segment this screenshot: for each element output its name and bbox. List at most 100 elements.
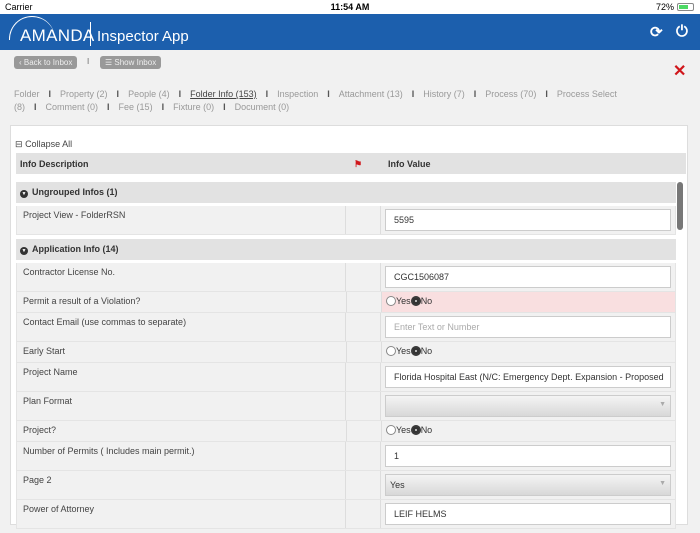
radio-no-label: No — [420, 296, 433, 306]
battery: 72% — [656, 2, 694, 12]
radio-yes[interactable] — [386, 346, 396, 356]
flag-cell — [346, 471, 381, 499]
chevron-down-icon: ▼ — [659, 401, 666, 408]
info-value-input[interactable]: 5595 — [385, 209, 671, 231]
tab-fee[interactable]: Fee (15) — [119, 102, 153, 112]
app-header: AMANDA Inspector App ⟳ ⏻ — [0, 14, 700, 50]
tab-people[interactable]: People (4) — [128, 89, 170, 99]
refresh-icon[interactable]: ⟳ — [650, 23, 663, 41]
info-value-input[interactable]: 1 — [385, 445, 671, 467]
info-description: Power of Attorney — [17, 500, 347, 528]
radio-yes-label: Yes — [396, 425, 411, 435]
group-header[interactable]: ▼ Ungrouped Infos (1) — [16, 182, 676, 203]
flag-icon: ⚑ — [354, 159, 363, 169]
tab-separator: I — [116, 89, 120, 99]
info-value-cell: Yes ▼ — [381, 471, 675, 499]
radio-no[interactable] — [410, 296, 421, 306]
table-row: Project Name Florida Hospital East (N/C: … — [16, 363, 676, 392]
selected-value: Yes — [390, 480, 405, 490]
tab-separator: I — [327, 89, 330, 99]
info-value-cell: Yes No — [382, 421, 675, 441]
radio-no[interactable] — [410, 425, 421, 435]
info-description: Contractor License No. — [17, 263, 347, 291]
tab-process[interactable]: Process (70) — [485, 89, 536, 99]
col-info-description: Info Description — [20, 159, 89, 169]
tab-separator: I — [34, 102, 37, 112]
tab-bar: Folder I Property (2) I People (4) I Folder In… — [14, 88, 674, 114]
info-value-input[interactable]: Florida Hospital East (N/C: Emergency De… — [385, 366, 671, 388]
table-row: Permit a result of a Violation? Yes No — [16, 292, 676, 313]
info-value-input[interactable]: Enter Text or Number — [385, 316, 671, 338]
tab-folder[interactable]: Folder — [14, 89, 40, 99]
info-description: Project Name — [17, 363, 347, 391]
flag-cell — [346, 442, 381, 470]
tab-property[interactable]: Property (2) — [60, 89, 108, 99]
info-value-cell: Enter Text or Number — [381, 313, 675, 341]
group-title: Ungrouped Infos (1) — [32, 187, 118, 197]
tab-document[interactable]: Document (0) — [235, 102, 290, 112]
collapse-all-label: Collapse All — [25, 139, 73, 149]
radio-no-label: No — [420, 425, 433, 435]
info-list: ▼ Ungrouped Infos (1) Project View - Folde… — [16, 182, 676, 533]
table-row: Contact Email (use commas to separate) En… — [16, 313, 676, 342]
info-value-cell: Florida Hospital East (N/C: Emergency De… — [381, 363, 675, 391]
tab-separator: I — [223, 102, 226, 112]
tab-separator: I — [411, 89, 415, 99]
table-row: Project? Yes No — [16, 421, 676, 442]
info-value-cell: LEIF HELMS — [381, 500, 675, 528]
table-row: Contractor License No. CGC1506087 — [16, 263, 676, 292]
table-row: Early Start Yes No — [16, 342, 676, 363]
info-value-cell: Yes No — [382, 342, 675, 362]
tab-comment[interactable]: Comment (0) — [46, 102, 99, 112]
info-value-cell: ▼ — [381, 392, 675, 420]
radio-yes[interactable] — [386, 425, 396, 435]
app-title: Inspector App — [97, 28, 189, 45]
flag-cell — [346, 206, 381, 234]
show-inbox-button[interactable]: ☰ Show Inbox — [100, 56, 162, 69]
info-value-input[interactable]: CGC1506087 — [385, 266, 671, 288]
tab-separator: I — [161, 102, 165, 112]
tab-folder-info[interactable]: Folder Info (153) — [190, 89, 257, 99]
battery-icon — [677, 3, 694, 11]
chevron-down-icon: ▼ — [20, 247, 28, 255]
info-value-select[interactable]: ▼ — [385, 395, 671, 417]
status-bar: Carrier 11:54 AM 72% — [0, 0, 700, 14]
nav-separator: I — [87, 57, 90, 66]
scrollbar[interactable] — [677, 182, 683, 230]
radio-no[interactable] — [410, 346, 421, 356]
tab-separator: I — [545, 89, 548, 99]
radio-yes[interactable] — [386, 296, 396, 306]
radio-no-label: No — [420, 346, 433, 356]
flag-cell — [346, 363, 381, 391]
info-value-cell: CGC1506087 — [381, 263, 675, 291]
tab-separator: I — [48, 89, 52, 99]
info-value-select[interactable]: Yes ▼ — [385, 474, 671, 496]
info-description: Number of Permits ( Includes main permit… — [17, 442, 347, 470]
info-description: Page 2 — [17, 471, 347, 499]
logo-divider — [90, 22, 91, 46]
collapse-icon: ⊟ — [15, 139, 23, 149]
collapse-all-button[interactable]: ⊟ Collapse All — [15, 139, 72, 150]
chevron-down-icon: ▼ — [20, 190, 28, 198]
tab-inspection[interactable]: Inspection — [277, 89, 318, 99]
info-value-input[interactable]: LEIF HELMS — [385, 503, 671, 525]
power-icon[interactable]: ⏻ — [676, 23, 688, 40]
tab-attachment[interactable]: Attachment (13) — [339, 89, 403, 99]
info-description: Plan Format — [17, 392, 347, 420]
flag-cell — [347, 421, 382, 441]
info-value-cell: Yes No — [382, 292, 675, 312]
close-icon[interactable]: ✕ — [673, 61, 686, 81]
radio-yes-label: Yes — [396, 346, 411, 356]
group-header[interactable]: ▼ Application Info (14) — [16, 239, 676, 260]
tab-history[interactable]: History (7) — [423, 89, 465, 99]
tab-separator: I — [473, 89, 477, 99]
flag-cell — [347, 342, 382, 362]
col-info-value: Info Value — [388, 159, 431, 169]
info-description: Early Start — [17, 342, 347, 362]
flag-cell — [346, 392, 381, 420]
tab-fixture[interactable]: Fixture (0) — [173, 102, 214, 112]
table-row: Project View - FolderRSN 5595 — [16, 206, 676, 235]
back-to-inbox-button[interactable]: ‹ Back to Inbox — [14, 56, 78, 69]
info-description: Project? — [17, 421, 347, 441]
